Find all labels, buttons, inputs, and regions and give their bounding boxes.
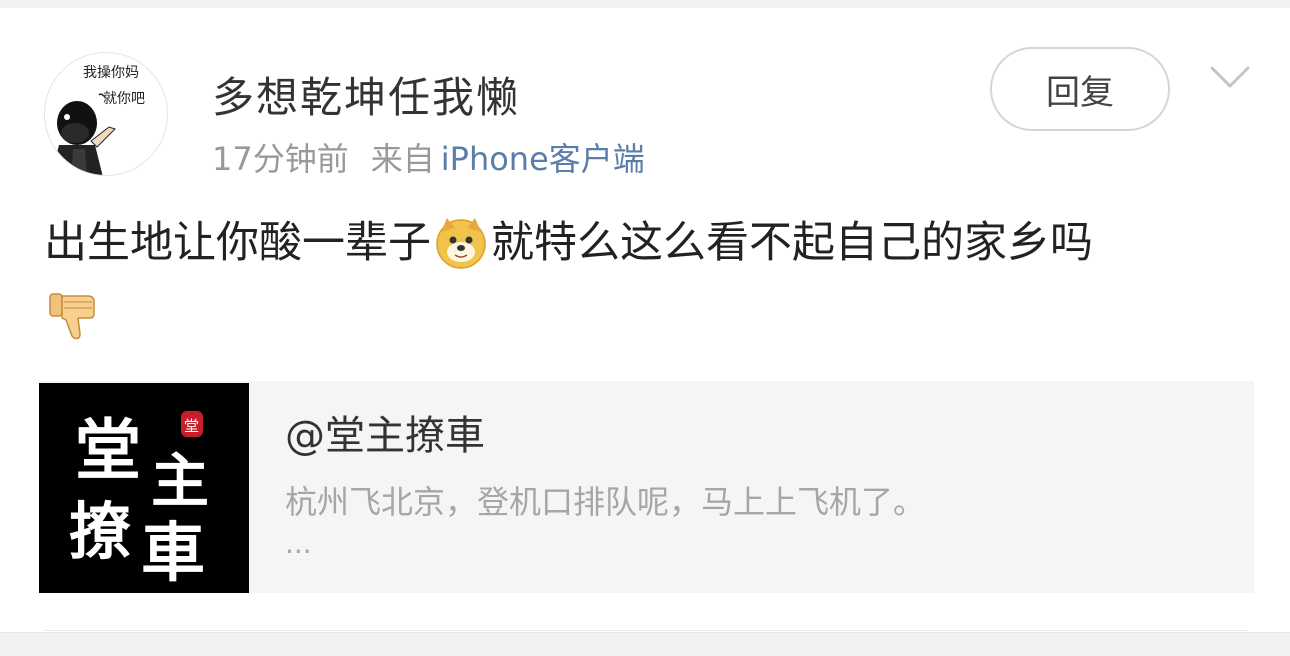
thumb-char-2: 主 xyxy=(151,447,209,515)
top-separator xyxy=(0,0,1290,8)
thumb-seal: 堂 xyxy=(184,417,199,435)
thumb-char-4: 車 xyxy=(141,516,205,591)
quoted-post-ellipsis: ... xyxy=(285,527,312,560)
comment-time: 17分钟前 xyxy=(212,140,349,178)
source-prefix: 来自 xyxy=(370,140,435,178)
comment-text-part2: 就特么这么看不起自己的家乡吗 xyxy=(491,218,1093,268)
comment-meta: 17分钟前 来自 iPhone客户端 xyxy=(212,134,645,180)
chevron-down-icon[interactable] xyxy=(1208,60,1252,96)
comment-username[interactable]: 多想乾坤任我懒 xyxy=(212,64,520,125)
comment-divider xyxy=(44,630,1248,631)
quoted-post-user[interactable]: @堂主撩車 xyxy=(285,403,485,461)
user-avatar[interactable]: 我操你妈 就你吧 xyxy=(44,52,168,176)
source-client-link[interactable]: iPhone客户端 xyxy=(441,140,645,178)
thumb-char-1: 堂 xyxy=(75,411,141,489)
reply-button[interactable]: 回复 xyxy=(990,47,1170,131)
thumb-char-3: 撩 xyxy=(69,495,131,568)
avatar-text-line1: 我操你妈 xyxy=(83,65,139,81)
doge-emoji-icon xyxy=(436,217,486,269)
quoted-post-body: 杭州飞北京，登机口排队呢，马上上飞机了。 xyxy=(285,483,926,521)
avatar-text-line2: 就你吧 xyxy=(103,91,145,107)
bottom-separator xyxy=(0,632,1290,656)
comment-text-part1: 出生地让你酸一辈子 xyxy=(44,218,431,268)
thumbs-down-emoji-icon xyxy=(49,292,95,339)
quoted-post-card[interactable]: 堂 主 撩 車 堂 @堂主撩車 杭州飞北京，登机口排队呢，马上上飞机了。 ... xyxy=(39,381,1254,593)
comment-body: 出生地让你酸一辈子 就特么这么看不起自己的家乡吗 xyxy=(44,210,1254,342)
quoted-post-thumbnail: 堂 主 撩 車 堂 xyxy=(39,383,249,593)
